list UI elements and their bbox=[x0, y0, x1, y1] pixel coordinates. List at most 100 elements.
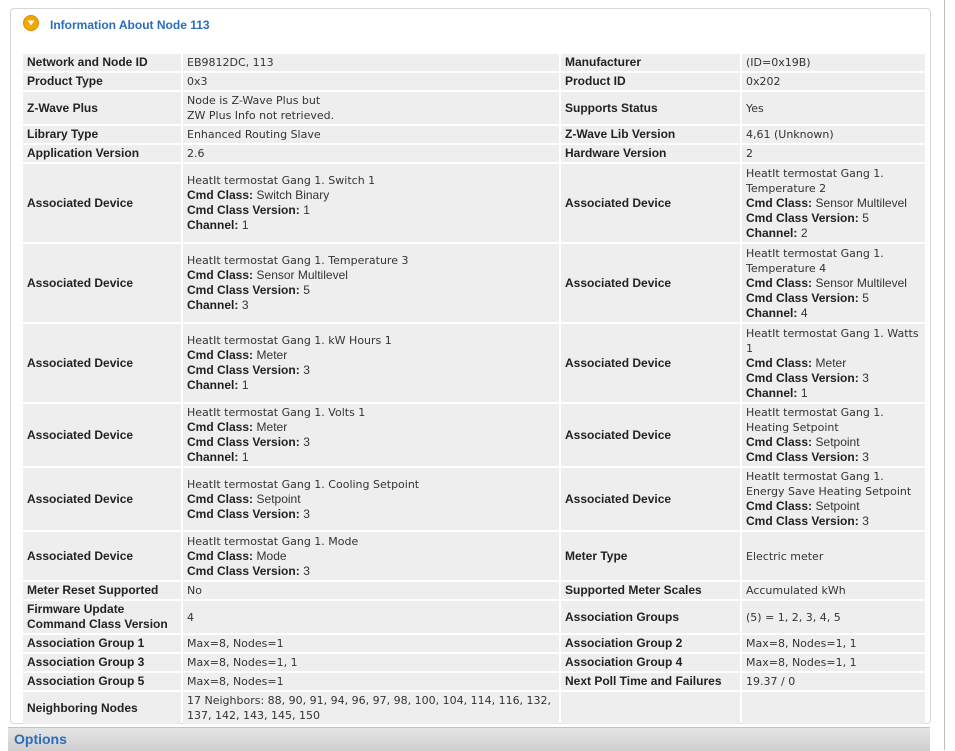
cmd-class-value: Setpoint bbox=[815, 435, 860, 449]
field-value: 2.6 bbox=[183, 145, 559, 162]
device-name: HeatIt termostat Gang 1. Temperature 2 bbox=[746, 166, 884, 195]
cmd-class-label: Cmd Class: bbox=[187, 188, 254, 202]
cmd-class-line: Cmd Class: Sensor Multilevel bbox=[746, 276, 921, 291]
channel-line: Channel: 1 bbox=[746, 386, 921, 401]
cmd-class-value: Sensor Multilevel bbox=[815, 275, 907, 290]
table-row: Associated Device HeatIt termostat Gang 1… bbox=[23, 404, 925, 466]
options-section-header[interactable]: Options bbox=[8, 727, 930, 751]
channel-value: 4 bbox=[800, 305, 808, 320]
channel-label: Channel: bbox=[187, 378, 239, 392]
table-row: Association Group 1 Max=8, Nodes=1 Associa… bbox=[23, 635, 925, 652]
cmd-class-label: Cmd Class: bbox=[187, 548, 254, 563]
field-value: HeatIt termostat Gang 1. Watts 1 Cmd Clas… bbox=[742, 324, 925, 402]
cmd-class-version-line: Cmd Class Version: 3 bbox=[187, 507, 555, 522]
cmd-class-label: Cmd Class: bbox=[746, 355, 813, 370]
field-label: Associated Device bbox=[23, 244, 181, 322]
window-border bbox=[944, 0, 945, 750]
field-label: Associated Device bbox=[23, 164, 181, 242]
field-label bbox=[561, 692, 740, 724]
table-row: Library Type Enhanced Routing Slave Z-Wave… bbox=[23, 126, 925, 143]
cmd-class-version-line: Cmd Class Version: 3 bbox=[187, 435, 555, 450]
field-label: Associated Device bbox=[561, 324, 740, 402]
cmd-class-line: Cmd Class: Meter bbox=[187, 420, 555, 435]
cmd-class-value: Mode bbox=[256, 548, 287, 563]
channel-label: Channel: bbox=[187, 218, 239, 232]
field-label: Z-Wave Lib Version bbox=[561, 126, 740, 143]
cmd-class-line: Cmd Class: Sensor Multilevel bbox=[746, 196, 921, 211]
channel-value: 1 bbox=[241, 450, 249, 464]
channel-value: 1 bbox=[800, 385, 808, 400]
channel-line: Channel: 4 bbox=[746, 306, 921, 321]
cmd-class-version-value: 5 bbox=[303, 283, 310, 297]
cmd-class-label: Cmd Class: bbox=[187, 491, 254, 506]
field-value: 17 Neighbors: 88, 90, 91, 94, 96, 97, 98… bbox=[183, 692, 559, 724]
field-label: Associated Device bbox=[23, 324, 181, 402]
cmd-class-version-line: Cmd Class Version: 3 bbox=[187, 363, 555, 378]
field-value: No bbox=[183, 582, 559, 599]
cmd-class-label: Cmd Class: bbox=[746, 499, 813, 513]
field-value: 0x202 bbox=[742, 73, 925, 90]
cmd-class-line: Cmd Class: Switch Binary bbox=[187, 188, 555, 203]
cmd-class-version-value: 3 bbox=[862, 370, 869, 385]
cmd-class-value: Meter bbox=[256, 348, 288, 362]
value-line: Node is Z-Wave Plus but bbox=[187, 94, 321, 107]
table-row: Associated Device HeatIt termostat Gang 1… bbox=[23, 164, 925, 242]
node-info-panel: Information About Node 113 Network and N… bbox=[10, 8, 931, 724]
field-label: Association Group 1 bbox=[23, 635, 181, 652]
cmd-class-version-line: Cmd Class Version: 5 bbox=[746, 211, 921, 226]
field-value: HeatIt termostat Gang 1. Volts 1 Cmd Clas… bbox=[183, 404, 559, 466]
channel-value: 3 bbox=[241, 298, 249, 312]
cmd-class-version-label: Cmd Class Version: bbox=[746, 370, 859, 385]
field-label: Neighboring Nodes bbox=[23, 692, 181, 724]
cmd-class-version-label: Cmd Class Version: bbox=[187, 203, 300, 217]
field-value: Accumulated kWh bbox=[742, 582, 925, 599]
cmd-class-version-label: Cmd Class Version: bbox=[187, 435, 300, 449]
field-label: Association Group 3 bbox=[23, 654, 181, 671]
field-label: Supports Status bbox=[561, 92, 740, 124]
field-label: Network and Node ID bbox=[23, 54, 181, 71]
cmd-class-value: Sensor Multilevel bbox=[256, 268, 348, 282]
field-value: Max=8, Nodes=1 bbox=[183, 635, 559, 652]
channel-label: Channel: bbox=[187, 450, 239, 464]
cmd-class-label: Cmd Class: bbox=[187, 420, 254, 434]
cmd-class-value: Setpoint bbox=[256, 491, 301, 506]
cmd-class-label: Cmd Class: bbox=[187, 268, 254, 282]
field-label: Next Poll Time and Failures bbox=[561, 673, 740, 690]
device-name: HeatIt termostat Gang 1. Volts 1 bbox=[187, 406, 366, 419]
field-value: HeatIt termostat Gang 1. Mode Cmd Class: … bbox=[183, 532, 559, 580]
cmd-class-line: Cmd Class: Meter bbox=[187, 348, 555, 363]
channel-line: Channel: 3 bbox=[187, 298, 555, 313]
device-name: HeatIt termostat Gang 1. Heating Setpoin… bbox=[746, 406, 884, 434]
channel-value: 1 bbox=[241, 218, 249, 232]
field-label: Associated Device bbox=[561, 404, 740, 466]
field-value: HeatIt termostat Gang 1. Cooling Setpoin… bbox=[183, 468, 559, 530]
field-label: Association Group 5 bbox=[23, 673, 181, 690]
cmd-class-version-line: Cmd Class Version: 3 bbox=[746, 514, 921, 529]
cmd-class-version-line: Cmd Class Version: 5 bbox=[746, 291, 921, 306]
field-label: Hardware Version bbox=[561, 145, 740, 162]
device-name: HeatIt termostat Gang 1. Cooling Setpoin… bbox=[187, 477, 420, 491]
panel-header[interactable]: Information About Node 113 bbox=[11, 9, 930, 39]
device-name: HeatIt termostat Gang 1. Switch 1 bbox=[187, 174, 376, 187]
cmd-class-label: Cmd Class: bbox=[187, 348, 254, 362]
cmd-class-version-label: Cmd Class Version: bbox=[746, 210, 859, 225]
cmd-class-label: Cmd Class: bbox=[746, 435, 813, 449]
chevron-down-circle-icon[interactable] bbox=[23, 15, 39, 31]
cmd-class-line: Cmd Class: Mode bbox=[187, 549, 555, 564]
field-label: Firmware Update Command Class Version bbox=[23, 601, 181, 633]
cmd-class-version-label: Cmd Class Version: bbox=[746, 290, 859, 305]
cmd-class-version-value: 3 bbox=[303, 506, 310, 521]
channel-line: Channel: 1 bbox=[187, 218, 555, 233]
field-value: HeatIt termostat Gang 1. Energy Save Hea… bbox=[742, 468, 925, 530]
table-row: Product Type 0x3 Product ID 0x202 bbox=[23, 73, 925, 90]
table-row: Firmware Update Command Class Version 4 As… bbox=[23, 601, 925, 633]
table-row: Associated Device HeatIt termostat Gang 1… bbox=[23, 532, 925, 580]
field-label: Meter Reset Supported bbox=[23, 582, 181, 599]
cmd-class-value: Sensor Multilevel bbox=[815, 195, 907, 210]
field-value: (5) = 1, 2, 3, 4, 5 bbox=[742, 601, 925, 633]
options-label[interactable]: Options bbox=[14, 731, 67, 747]
panel-title[interactable]: Information About Node 113 bbox=[50, 18, 210, 32]
field-value: HeatIt termostat Gang 1. Temperature 3 Cm… bbox=[183, 244, 559, 322]
cmd-class-version-value: 3 bbox=[303, 435, 310, 449]
field-label: Application Version bbox=[23, 145, 181, 162]
